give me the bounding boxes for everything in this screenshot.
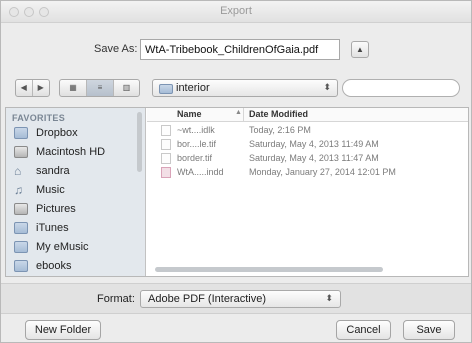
folder-icon <box>14 222 28 234</box>
new-folder-button[interactable]: New Folder <box>25 320 101 340</box>
icon-view-button[interactable]: ▦ <box>60 80 87 96</box>
sidebar-item-music[interactable]: ♫ Music <box>14 182 142 200</box>
horizontal-scrollbar[interactable] <box>155 267 383 272</box>
location-popup[interactable]: interior ⬍ <box>152 79 338 97</box>
file-row[interactable]: ~wt....idlk Today, 2:16 PM <box>147 125 468 137</box>
sidebar-item-label: Music <box>36 184 65 196</box>
file-browser: FAVORITES Dropbox Macintosh HD ⌂ sandra … <box>5 107 469 277</box>
sidebar-item-label: Pictures <box>36 203 76 215</box>
back-forward-control: ◀ ▶ <box>15 79 50 97</box>
column-view-button[interactable]: ▥ <box>114 80 139 96</box>
back-button[interactable]: ◀ <box>16 80 33 96</box>
file-date-modified: Today, 2:16 PM <box>249 125 311 135</box>
save-as-row: Save As: ▲ <box>1 39 471 61</box>
file-date-modified: Monday, January 27, 2014 12:01 PM <box>249 167 396 177</box>
image-file-icon <box>161 153 171 164</box>
sidebar-item-my-emusic[interactable]: My eMusic <box>14 239 142 257</box>
favorites-heading: FAVORITES <box>12 113 66 123</box>
column-divider[interactable] <box>243 108 244 122</box>
sidebar-item-label: Macintosh HD <box>36 146 106 158</box>
file-row[interactable]: WtA.....indd Monday, January 27, 2014 12… <box>147 167 468 179</box>
chevron-updown-icon: ⬍ <box>323 82 331 92</box>
file-row[interactable]: bor....le.tif Saturday, May 4, 2013 11:4… <box>147 139 468 151</box>
file-list: Name ▲ Date Modified ~wt....idlk Today, … <box>147 108 468 276</box>
folder-icon <box>14 260 28 272</box>
location-folder-name: interior <box>176 82 210 94</box>
sidebar-item-label: My eMusic <box>36 241 89 253</box>
search-input[interactable] <box>342 79 460 97</box>
sidebar-item-label: iTunes <box>36 222 69 234</box>
camera-icon <box>14 203 28 215</box>
music-icon: ♫ <box>14 183 23 197</box>
sidebar-item-dropbox[interactable]: Dropbox <box>14 125 142 143</box>
file-name: ~wt....idlk <box>177 125 215 135</box>
collapse-dialog-button[interactable]: ▲ <box>351 41 369 58</box>
browser-toolbar: ◀ ▶ ▦ ≡ ▥ interior ⬍ ⚲ <box>1 79 471 101</box>
folder-icon <box>14 241 28 253</box>
sidebar-item-pictures[interactable]: Pictures <box>14 201 142 219</box>
column-header-date-modified[interactable]: Date Modified <box>249 109 308 119</box>
home-icon: ⌂ <box>14 164 22 178</box>
format-label: Format: <box>97 293 135 305</box>
save-button[interactable]: Save <box>403 320 455 340</box>
sidebar-item-macintosh-hd[interactable]: Macintosh HD <box>14 144 142 162</box>
view-mode-control: ▦ ≡ ▥ <box>59 79 140 97</box>
sidebar-item-itunes[interactable]: iTunes <box>14 220 142 238</box>
format-select[interactable]: Adobe PDF (Interactive) ⬍ <box>140 290 341 308</box>
sidebar-item-ebooks[interactable]: ebooks <box>14 258 142 276</box>
file-name: WtA.....indd <box>177 167 224 177</box>
chevron-updown-icon: ⬍ <box>325 293 333 303</box>
folder-icon <box>14 127 28 139</box>
export-dialog: Export Save As: ▲ ◀ ▶ ▦ ≡ ▥ interior ⬍ ⚲… <box>0 0 472 343</box>
sidebar-item-label: sandra <box>36 165 70 177</box>
file-date-modified: Saturday, May 4, 2013 11:47 AM <box>249 153 379 163</box>
text-file-icon <box>161 125 171 136</box>
cancel-button[interactable]: Cancel <box>336 320 391 340</box>
file-list-header: Name ▲ Date Modified <box>147 108 468 122</box>
sidebar-scrollbar[interactable] <box>137 112 142 172</box>
window-title: Export <box>220 5 252 17</box>
file-row[interactable]: border.tif Saturday, May 4, 2013 11:47 A… <box>147 153 468 165</box>
title-bar[interactable]: Export <box>1 1 471 23</box>
sort-ascending-icon: ▲ <box>235 109 242 116</box>
hard-drive-icon <box>14 146 28 158</box>
format-panel: Format: Adobe PDF (Interactive) ⬍ <box>1 283 471 314</box>
sidebar-item-label: ebooks <box>36 260 72 272</box>
file-name: bor....le.tif <box>177 139 217 149</box>
indesign-file-icon <box>161 167 171 178</box>
save-as-filename-input[interactable] <box>140 39 340 60</box>
chevron-up-icon: ▲ <box>356 45 364 54</box>
file-date-modified: Saturday, May 4, 2013 11:49 AM <box>249 139 379 149</box>
save-as-label: Save As: <box>94 43 138 55</box>
folder-icon <box>159 84 173 94</box>
image-file-icon <box>161 139 171 150</box>
list-view-button[interactable]: ≡ <box>87 80 114 96</box>
forward-button[interactable]: ▶ <box>33 80 49 96</box>
column-header-name[interactable]: Name <box>177 109 202 119</box>
format-selected-value: Adobe PDF (Interactive) <box>148 293 266 305</box>
sidebar-item-sandra[interactable]: ⌂ sandra <box>14 163 142 181</box>
sidebar-item-label: Dropbox <box>36 127 78 139</box>
sidebar: FAVORITES Dropbox Macintosh HD ⌂ sandra … <box>6 108 146 276</box>
file-name: border.tif <box>177 153 213 163</box>
